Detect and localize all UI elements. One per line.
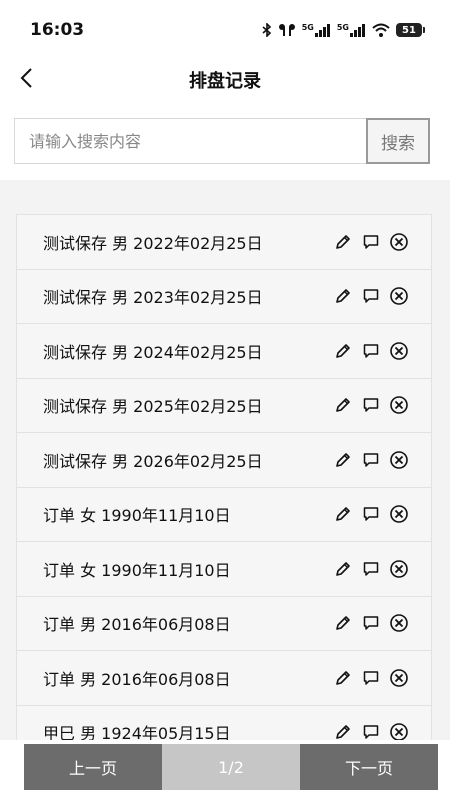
row-actions [333, 341, 409, 361]
row-actions [333, 722, 409, 740]
search-input[interactable] [14, 118, 366, 164]
record-label: 订单 女 1990年11月10日 [43, 506, 231, 526]
pencil-icon[interactable] [333, 450, 353, 470]
pencil-icon[interactable] [333, 668, 353, 688]
record-label: 订单 男 2016年06月08日 [43, 669, 231, 689]
search-bar: 搜索 [14, 118, 430, 164]
pencil-icon[interactable] [333, 722, 353, 740]
row-actions [333, 395, 409, 415]
record-label: 测试保存 男 2023年02月25日 [43, 288, 263, 308]
record-row[interactable]: 测试保存 男 2022年02月25日 [17, 215, 431, 270]
pencil-icon[interactable] [333, 613, 353, 633]
record-row[interactable]: 订单 女 1990年11月10日 [17, 542, 431, 597]
wifi-icon [372, 23, 390, 37]
comment-icon[interactable] [361, 722, 381, 740]
close-circle-icon[interactable] [389, 286, 409, 306]
record-label: 订单 男 2016年06月08日 [43, 615, 231, 635]
back-button[interactable] [8, 62, 44, 98]
search-button[interactable]: 搜索 [366, 118, 430, 164]
close-circle-icon[interactable] [389, 395, 409, 415]
status-time: 16:03 [30, 20, 85, 40]
battery-icon: 51 [396, 23, 425, 37]
close-circle-icon[interactable] [389, 341, 409, 361]
close-circle-icon[interactable] [389, 232, 409, 252]
pencil-icon[interactable] [333, 232, 353, 252]
record-label: 测试保存 男 2022年02月25日 [43, 233, 263, 253]
close-circle-icon[interactable] [389, 722, 409, 740]
record-list-area: 测试保存 男 2022年02月25日 测试保存 男 2023年02月25日 测试… [0, 180, 450, 740]
pencil-icon[interactable] [333, 395, 353, 415]
bluetooth-icon [262, 23, 272, 37]
record-row[interactable]: 甲巳 男 1924年05月15日 [17, 706, 431, 740]
row-actions [333, 668, 409, 688]
record-row[interactable]: 测试保存 男 2026年02月25日 [17, 433, 431, 488]
comment-icon[interactable] [361, 559, 381, 579]
pagination: 上一页 1/2 下一页 [24, 744, 438, 790]
comment-icon[interactable] [361, 341, 381, 361]
comment-icon[interactable] [361, 286, 381, 306]
prev-page-button[interactable]: 上一页 [24, 744, 162, 790]
signal-5g-icon-2: 5G [337, 23, 366, 37]
row-actions [333, 504, 409, 524]
record-label: 测试保存 男 2025年02月25日 [43, 397, 263, 417]
pencil-icon[interactable] [333, 286, 353, 306]
record-row[interactable]: 订单 男 2016年06月08日 [17, 651, 431, 706]
comment-icon[interactable] [361, 395, 381, 415]
comment-icon[interactable] [361, 668, 381, 688]
page-title: 排盘记录 [189, 71, 261, 92]
header: 排盘记录 [0, 58, 450, 102]
record-row[interactable]: 订单 女 1990年11月10日 [17, 488, 431, 542]
page-indicator: 1/2 [162, 744, 300, 790]
record-row[interactable]: 测试保存 男 2023年02月25日 [17, 270, 431, 324]
close-circle-icon[interactable] [389, 668, 409, 688]
status-icons: 5G 5G 51 [262, 23, 425, 37]
record-row[interactable]: 测试保存 男 2025年02月25日 [17, 379, 431, 433]
next-page-button[interactable]: 下一页 [300, 744, 438, 790]
record-row[interactable]: 测试保存 男 2024年02月25日 [17, 324, 431, 379]
chevron-left-icon [19, 67, 33, 93]
comment-icon[interactable] [361, 613, 381, 633]
pencil-icon[interactable] [333, 559, 353, 579]
record-label: 测试保存 男 2026年02月25日 [43, 451, 263, 471]
close-circle-icon[interactable] [389, 613, 409, 633]
record-list: 测试保存 男 2022年02月25日 测试保存 男 2023年02月25日 测试… [16, 214, 432, 740]
comment-icon[interactable] [361, 504, 381, 524]
row-actions [333, 286, 409, 306]
comment-icon[interactable] [361, 232, 381, 252]
close-circle-icon[interactable] [389, 504, 409, 524]
row-actions [333, 613, 409, 633]
close-circle-icon[interactable] [389, 450, 409, 470]
comment-icon[interactable] [361, 450, 381, 470]
row-actions [333, 559, 409, 579]
signal-5g-icon: 5G [302, 23, 331, 37]
record-label: 甲巳 男 1924年05月15日 [43, 724, 231, 740]
record-label: 测试保存 男 2024年02月25日 [43, 342, 263, 362]
row-actions [333, 450, 409, 470]
record-label: 订单 女 1990年11月10日 [43, 560, 231, 580]
pencil-icon[interactable] [333, 341, 353, 361]
close-circle-icon[interactable] [389, 559, 409, 579]
row-actions [333, 232, 409, 252]
pencil-icon[interactable] [333, 504, 353, 524]
status-bar: 16:03 5G 5G 51 [0, 0, 450, 60]
record-row[interactable]: 订单 男 2016年06月08日 [17, 597, 431, 651]
earbuds-icon [278, 23, 296, 37]
